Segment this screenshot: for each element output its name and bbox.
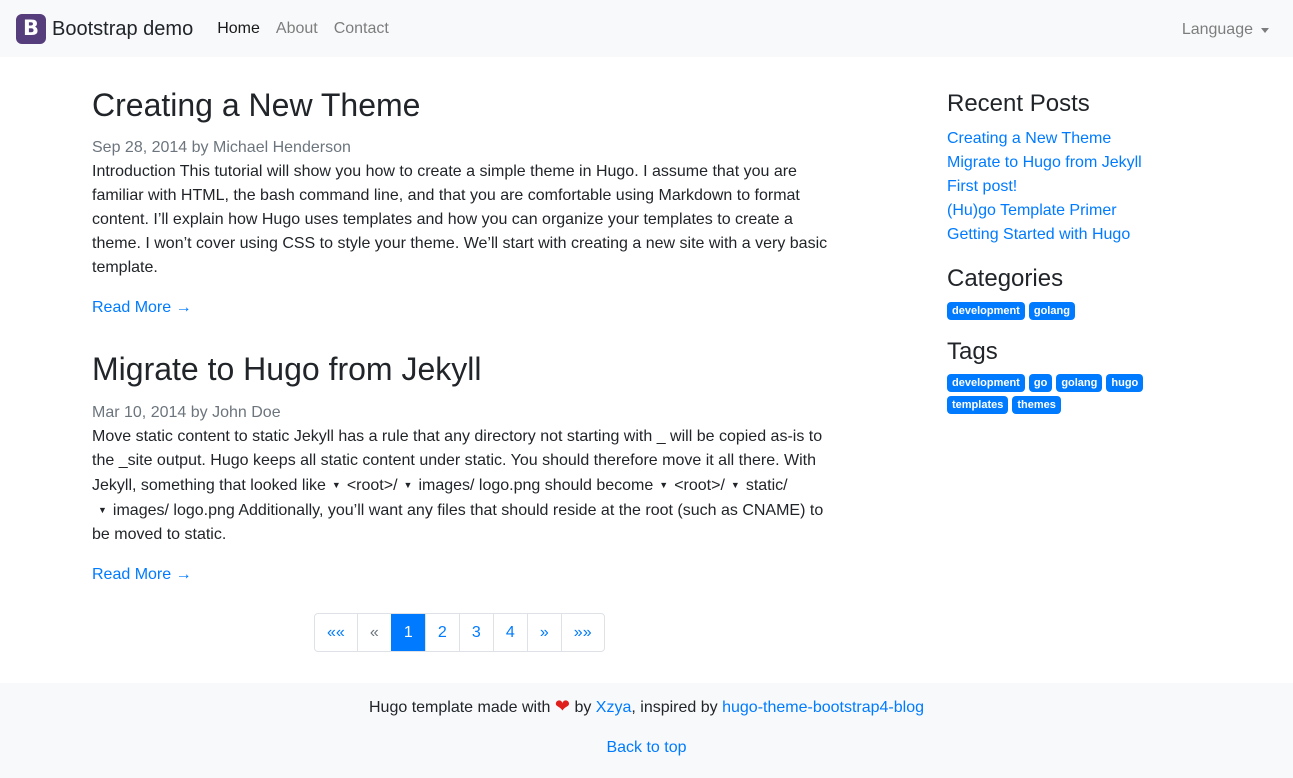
tag-badge[interactable]: go [1028, 374, 1053, 393]
post-date: Sep 28, 2014 [92, 139, 188, 157]
nav-about[interactable]: About [268, 17, 326, 41]
footer: Hugo template made with ❤ by Xzya, inspi… [0, 683, 1293, 778]
post-list: Creating a New Theme Sep 28, 2014 by Mic… [92, 86, 832, 617]
recent-posts-list: Creating a New Theme Migrate to Hugo fro… [947, 127, 1267, 247]
caret-down-icon [1261, 27, 1269, 33]
footer-inspired: , inspired by [631, 699, 718, 716]
language-dropdown[interactable]: Language [1182, 18, 1269, 42]
navbar: B Bootstrap demo Home About Contact Lang… [0, 0, 1293, 57]
recent-posts-heading: Recent Posts [947, 90, 1090, 117]
post-title-link[interactable]: Creating a New Theme [92, 87, 420, 123]
post-meta: Sep 28, 2014 by Michael Henderson [92, 136, 832, 160]
post-meta: Mar 10, 2014 by John Doe [92, 401, 832, 425]
read-more-link[interactable]: Read More → [92, 563, 192, 587]
category-badge[interactable]: golang [1028, 301, 1075, 320]
brand-link[interactable]: B Bootstrap demo [16, 13, 194, 44]
page-3[interactable]: 3 [458, 614, 493, 651]
recent-post-link[interactable]: Creating a New Theme [947, 127, 1267, 151]
summary-text: <root>/ [674, 476, 725, 494]
page-prev[interactable]: « [356, 614, 391, 651]
language-label: Language [1181, 21, 1253, 38]
post-author: John Doe [212, 403, 281, 421]
post-by: by [190, 403, 208, 421]
categories-list: development golang [947, 301, 1167, 320]
bootstrap-logo-icon: B [16, 13, 46, 44]
tag-badge[interactable]: development [947, 374, 1025, 393]
triangle-bullet-icon: ▼ [98, 504, 107, 515]
triangle-bullet-icon: ▼ [331, 479, 341, 490]
page-first[interactable]: «« [315, 614, 357, 651]
recent-post-link[interactable]: Getting Started with Hugo [947, 223, 1267, 247]
recent-post-link[interactable]: (Hu)go Template Primer [947, 199, 1267, 223]
summary-text: images/ logo.png should become [418, 476, 654, 494]
page-1[interactable]: 1 [390, 614, 425, 651]
tags-heading: Tags [947, 337, 998, 365]
post-summary: Move static content to static Jekyll has… [92, 425, 832, 547]
page-last[interactable]: »» [560, 614, 604, 651]
tag-badge[interactable]: themes [1012, 396, 1061, 415]
post-item: Creating a New Theme Sep 28, 2014 by Mic… [92, 86, 832, 320]
sidebar: Recent Posts Creating a New Theme Migrat… [947, 86, 1267, 432]
summary-text: <root>/ [346, 476, 398, 494]
back-to-top-link[interactable]: Back to top [606, 736, 686, 760]
footer-by: by [574, 699, 592, 716]
page-4[interactable]: 4 [492, 614, 527, 651]
recent-post-link[interactable]: First post! [947, 175, 1267, 199]
category-badge[interactable]: development [947, 301, 1025, 320]
read-more-link[interactable]: Read More → [92, 296, 192, 320]
summary-text: static/ [745, 476, 788, 494]
nav-home[interactable]: Home [209, 17, 268, 41]
recent-post-link[interactable]: Migrate to Hugo from Jekyll [947, 151, 1267, 175]
post-by: by [191, 139, 209, 157]
page-next[interactable]: » [526, 614, 561, 651]
triangle-bullet-icon: ▼ [659, 479, 669, 490]
tag-badge[interactable]: hugo [1106, 374, 1144, 393]
triangle-bullet-icon: ▼ [403, 479, 413, 490]
brand-name: Bootstrap demo [52, 17, 194, 40]
heart-icon: ❤ [554, 696, 570, 716]
pagination: «« « 1 2 3 4 » »» [314, 613, 605, 652]
post-summary: Introduction This tutorial will show you… [92, 163, 828, 277]
footer-made-with: Hugo template made with [369, 699, 551, 716]
tags-list: development go golang hugo templates the… [947, 374, 1167, 415]
post-title-link[interactable]: Migrate to Hugo from Jekyll [92, 351, 481, 387]
tag-badge[interactable]: golang [1056, 374, 1103, 393]
post-author: Michael Henderson [213, 139, 351, 157]
post-item: Migrate to Hugo from Jekyll Mar 10, 2014… [92, 350, 832, 586]
post-date: Mar 10, 2014 [92, 403, 187, 421]
author-link[interactable]: Xzya [596, 699, 632, 716]
theme-link[interactable]: hugo-theme-bootstrap4-blog [722, 699, 924, 716]
categories-heading: Categories [947, 264, 1064, 292]
footer-credits: Hugo template made with ❤ by Xzya, inspi… [0, 693, 1293, 720]
tag-badge[interactable]: templates [947, 396, 1009, 415]
triangle-bullet-icon: ▼ [730, 479, 740, 490]
summary-text: images/ logo.png Additionally, you’ll wa… [92, 501, 824, 543]
nav-contact[interactable]: Contact [326, 17, 397, 41]
page-2[interactable]: 2 [424, 614, 459, 651]
